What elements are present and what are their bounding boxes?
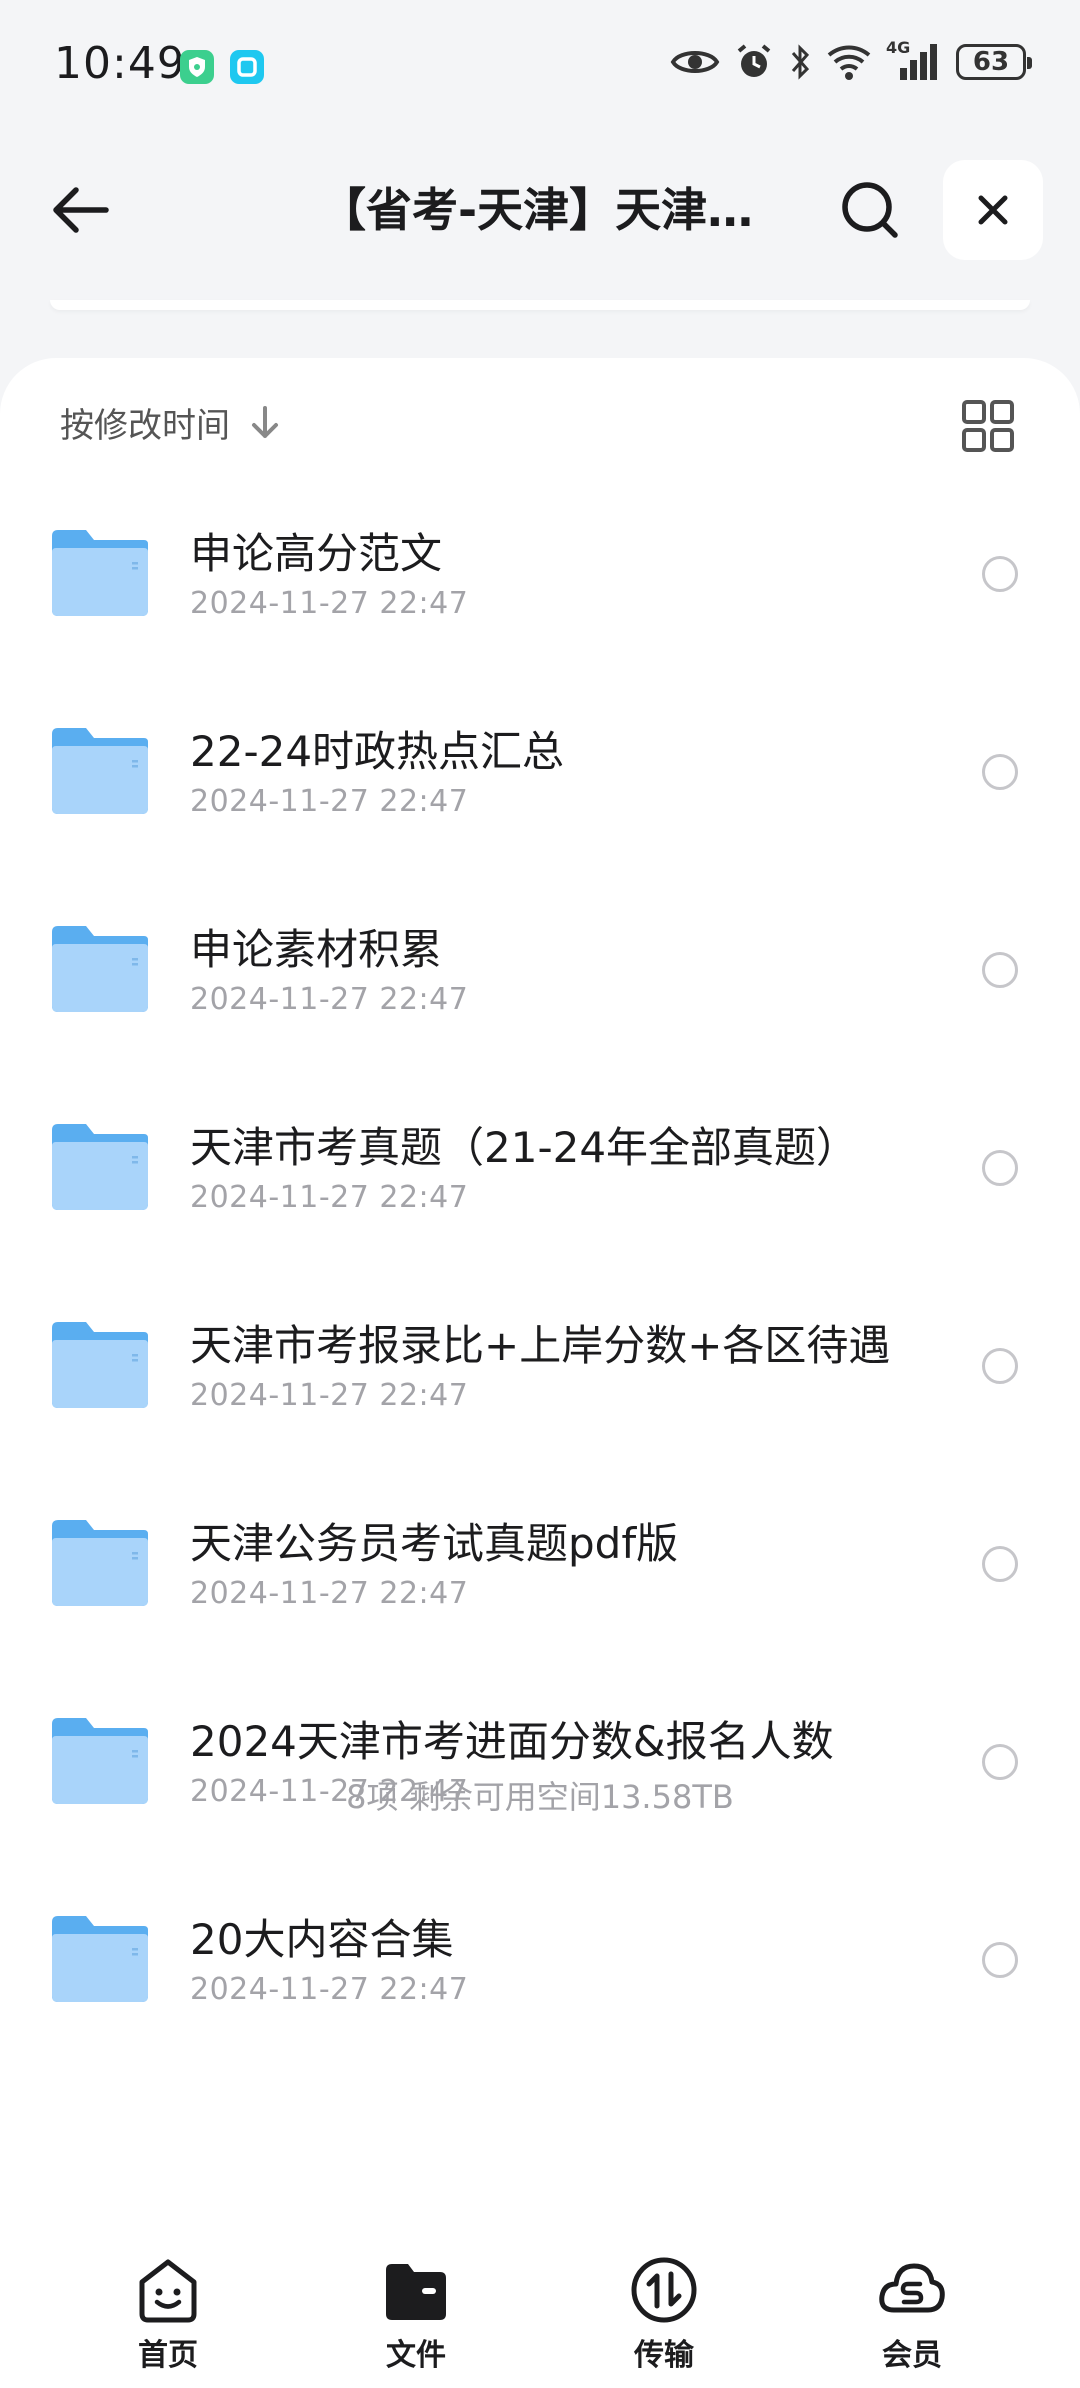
file-name: 申论高分范文 (190, 529, 443, 578)
bottom-navigation: 首页 文件 传输 会员 (0, 2208, 1080, 2388)
folder-icon (52, 728, 148, 814)
file-modified-date: 2024-11-27 22:47 (190, 1576, 469, 1611)
file-modified-date: 2024-11-27 22:47 (190, 586, 469, 621)
select-checkbox[interactable] (982, 1942, 1018, 1978)
file-name: 天津公务员考试真题pdf版 (190, 1519, 679, 1568)
select-checkbox[interactable] (982, 1348, 1018, 1384)
page-title: 【省考-天津】天津… (320, 183, 754, 237)
file-row[interactable]: 20大内容合集 2024-11-27 22:47 (0, 1866, 1080, 2064)
square-app-icon (230, 50, 264, 84)
select-checkbox[interactable] (982, 1150, 1018, 1186)
arrow-left-icon (53, 187, 109, 233)
nav-files-label: 文件 (386, 2338, 446, 2373)
shield-app-icon (180, 50, 214, 84)
sort-button[interactable]: 按修改时间 (60, 398, 280, 447)
file-name: 22-24时政热点汇总 (190, 727, 565, 776)
search-icon (842, 182, 898, 238)
folder-icon (52, 1520, 148, 1606)
grid-icon (962, 400, 1014, 452)
home-face-icon (139, 2259, 197, 2323)
select-checkbox[interactable] (982, 1546, 1018, 1582)
file-modified-date: 2024-11-27 22:47 (190, 1972, 469, 2007)
file-row[interactable]: 天津市考真题（21-24年全部真题） 2024-11-27 22:47 (0, 1074, 1080, 1272)
file-row[interactable]: 天津公务员考试真题pdf版 2024-11-27 22:47 (0, 1470, 1080, 1668)
header-bar: 【省考-天津】天津… (0, 150, 1080, 270)
nav-membership[interactable]: 会员 (842, 2254, 982, 2374)
file-name: 天津市考真题（21-24年全部真题） (190, 1123, 859, 1172)
nav-files[interactable]: 文件 (346, 2254, 486, 2374)
folder-icon (52, 1322, 148, 1408)
nav-home-label: 首页 (138, 2338, 198, 2373)
file-name: 天津市考报录比+上岸分数+各区待遇 (190, 1321, 891, 1370)
eye-icon (670, 51, 720, 73)
wifi-icon (827, 45, 871, 80)
nav-transfer-label: 传输 (634, 2338, 694, 2373)
status-time: 10:49 (54, 38, 186, 89)
back-button[interactable] (40, 170, 120, 250)
network-type-label: 4G (886, 38, 911, 57)
file-list: 申论高分范文 2024-11-27 22:47 22-24时政热点汇总 2024-11… (0, 480, 1080, 2064)
bluetooth-icon (791, 44, 810, 80)
select-checkbox[interactable] (982, 952, 1018, 988)
nav-membership-label: 会员 (882, 2338, 942, 2373)
file-row[interactable]: 22-24时政热点汇总 2024-11-27 22:47 (0, 678, 1080, 876)
battery-icon: 63 (956, 44, 1032, 80)
file-name: 20大内容合集 (190, 1915, 454, 1964)
battery-level: 63 (972, 47, 1010, 77)
file-modified-date: 2024-11-27 22:47 (190, 982, 469, 1017)
folder-icon (52, 1124, 148, 1210)
folder-icon (52, 530, 148, 616)
select-checkbox[interactable] (982, 754, 1018, 790)
file-name: 申论素材积累 (190, 925, 443, 974)
file-row[interactable]: 天津市考报录比+上岸分数+各区待遇 2024-11-27 22:47 (0, 1272, 1080, 1470)
nav-home[interactable]: 首页 (98, 2254, 238, 2374)
file-row[interactable]: 申论素材积累 2024-11-27 22:47 (0, 876, 1080, 1074)
status-bar: 10:49 4G 63 (0, 0, 1080, 130)
file-modified-date: 2024-11-27 22:47 (190, 1180, 469, 1215)
close-icon (978, 195, 1008, 225)
collapsed-panel-edge (50, 300, 1030, 310)
transfer-icon (631, 2257, 697, 2323)
folder-icon (52, 926, 148, 1012)
cloud-s-icon (879, 2263, 945, 2313)
file-row[interactable]: 2024天津市考进面分数&报名人数 2024-11-27 22:47 (0, 1668, 1080, 1866)
file-modified-date: 2024-11-27 22:47 (190, 784, 469, 819)
cellular-signal-icon: 4G (886, 38, 942, 82)
folder-icon (52, 1916, 148, 2002)
sort-label: 按修改时间 (60, 406, 230, 446)
select-checkbox[interactable] (982, 556, 1018, 592)
file-row[interactable]: 申论高分范文 2024-11-27 22:47 (0, 480, 1080, 678)
search-button[interactable] (830, 170, 910, 250)
nav-transfer[interactable]: 传输 (594, 2254, 734, 2374)
arrow-down-icon (252, 405, 278, 438)
file-modified-date: 2024-11-27 22:47 (190, 1378, 469, 1413)
alarm-icon (737, 44, 771, 77)
file-list-panel: 按修改时间 申论高分范文 2024-11-27 22:47 22-24时政热点汇总 2… (0, 358, 1080, 2208)
folder-filled-icon (386, 2264, 446, 2320)
storage-summary: 8项 剩余可用空间13.58TB (346, 1778, 734, 1816)
file-name: 2024天津市考进面分数&报名人数 (190, 1717, 834, 1766)
close-button[interactable] (943, 160, 1043, 260)
grid-view-button[interactable] (960, 398, 1016, 454)
